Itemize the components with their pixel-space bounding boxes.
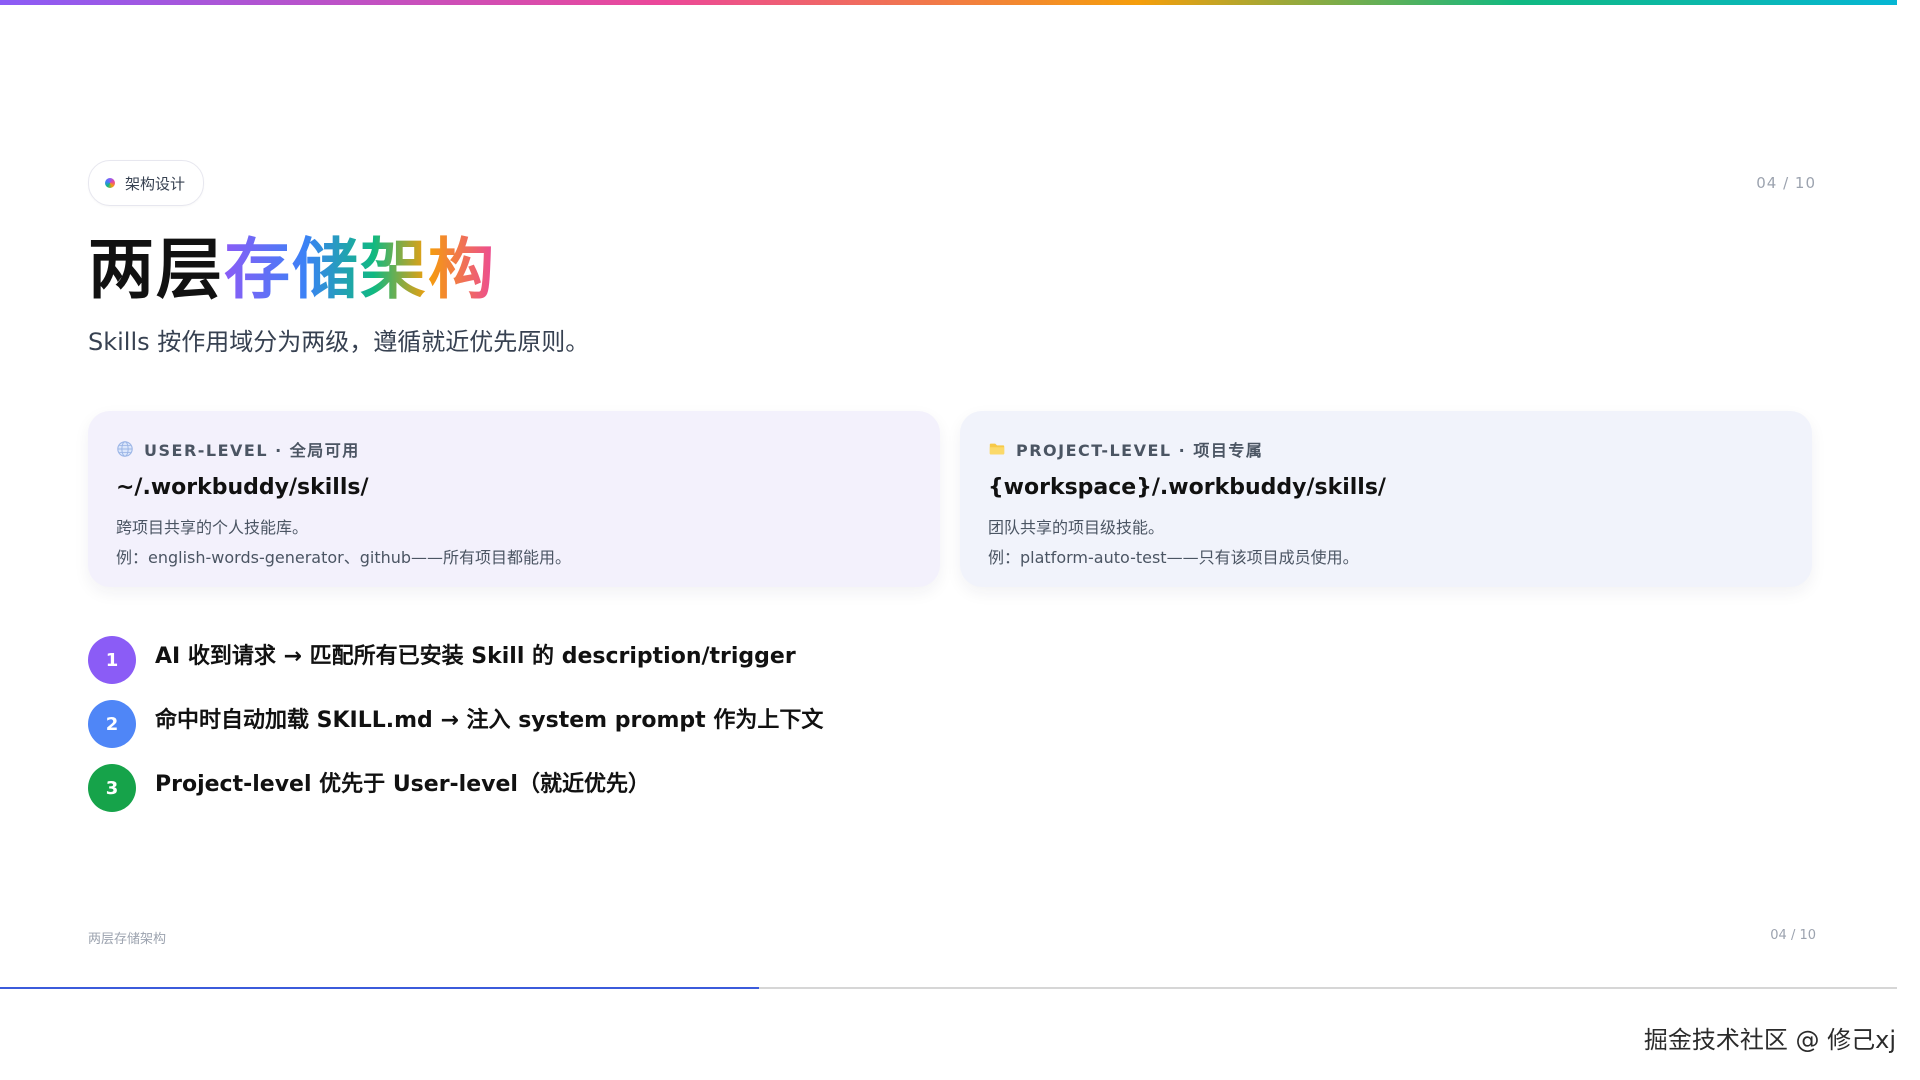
badge-dot-icon xyxy=(105,178,115,188)
card-header: PROJECT-LEVEL · 项目专属 xyxy=(988,437,1784,461)
card-description: 团队共享的项目级技能。 xyxy=(988,518,1165,537)
page-subtitle: Skills 按作用域分为两级，遵循就近优先原则。 xyxy=(88,328,590,356)
user-level-card: USER-LEVEL · 全局可用 ~/.workbuddy/skills/ 跨… xyxy=(88,411,940,587)
step-text: Project-level 优先于 User-level（就近优先） xyxy=(155,772,650,797)
globe-icon xyxy=(117,441,133,457)
progress-fill xyxy=(0,987,759,989)
slide-progress-bar xyxy=(0,987,1897,989)
step-text: 命中时自动加载 SKILL.md → 注入 system prompt 作为上下… xyxy=(155,708,824,733)
footer-title: 两层存储架构 xyxy=(88,932,167,947)
card-example: 例：english-words-generator、github——所有项目都能… xyxy=(116,548,572,567)
badge-label: 架构设计 xyxy=(125,174,186,193)
card-header: USER-LEVEL · 全局可用 xyxy=(116,437,912,461)
step-number-badge: 3 xyxy=(88,764,136,812)
title-plain: 两层 xyxy=(88,231,224,308)
page-title: 两层存储架构 xyxy=(88,226,496,314)
step-text: AI 收到请求 → 匹配所有已安装 Skill 的 description/tr… xyxy=(155,644,796,669)
card-description: 跨项目共享的个人技能库。 xyxy=(116,518,309,537)
card-path: {workspace}/.workbuddy/skills/ xyxy=(988,475,1386,500)
watermark: 掘金技术社区 @ 修己xj xyxy=(1643,1026,1896,1054)
section-badge: 架构设计 xyxy=(88,160,205,206)
card-path: ~/.workbuddy/skills/ xyxy=(116,475,369,500)
card-example: 例：platform-auto-test——只有该项目成员使用。 xyxy=(988,548,1359,567)
card-label: USER-LEVEL · 全局可用 xyxy=(144,441,360,460)
footer-page-number: 04 / 10 xyxy=(1770,928,1816,943)
step-number-badge: 1 xyxy=(88,636,136,684)
folder-icon xyxy=(989,443,1005,455)
top-gradient-bar xyxy=(0,0,1897,5)
step-number-badge: 2 xyxy=(88,700,136,748)
card-label: PROJECT-LEVEL · 项目专属 xyxy=(1016,441,1264,460)
project-level-card: PROJECT-LEVEL · 项目专属 {workspace}/.workbu… xyxy=(960,411,1812,587)
title-highlight: 存储架构 xyxy=(224,231,496,308)
page-indicator: 04 / 10 xyxy=(1756,174,1816,192)
